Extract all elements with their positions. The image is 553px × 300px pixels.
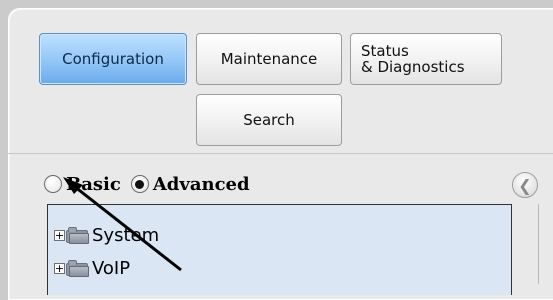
tab-search[interactable]: Search [196, 94, 342, 146]
folder-icon [66, 259, 90, 277]
radio-selected-dot [135, 179, 145, 189]
tab-maintenance[interactable]: Maintenance [196, 33, 342, 85]
radio-basic[interactable] [44, 175, 62, 193]
radio-advanced-label[interactable]: Advanced [153, 174, 250, 195]
tab-configuration[interactable]: Configuration [39, 33, 187, 85]
tab-status-line1: Status [361, 42, 409, 60]
navigation-tree: + System + VoIP [47, 204, 512, 295]
tree-item-label: VoIP [92, 257, 131, 279]
view-mode-selector: Basic Advanced [44, 172, 260, 196]
radio-basic-label[interactable]: Basic [66, 174, 121, 195]
chevron-left-icon: ❮ [518, 175, 532, 195]
scrollbar-track[interactable] [538, 204, 553, 284]
expand-plus-icon[interactable]: + [54, 229, 65, 241]
tree-item-system[interactable]: + System [54, 224, 159, 246]
section-divider [8, 153, 553, 154]
collapse-panel-button[interactable]: ❮ [512, 172, 538, 198]
radio-advanced[interactable] [130, 175, 149, 193]
folder-icon [66, 226, 90, 244]
tab-status-diagnostics[interactable]: Status & Diagnostics [350, 33, 502, 85]
expand-plus-icon[interactable]: + [54, 262, 65, 274]
tree-item-voip[interactable]: + VoIP [54, 257, 130, 279]
tree-item-label: System [92, 224, 160, 246]
tab-status-line2: & Diagnostics [361, 58, 465, 76]
